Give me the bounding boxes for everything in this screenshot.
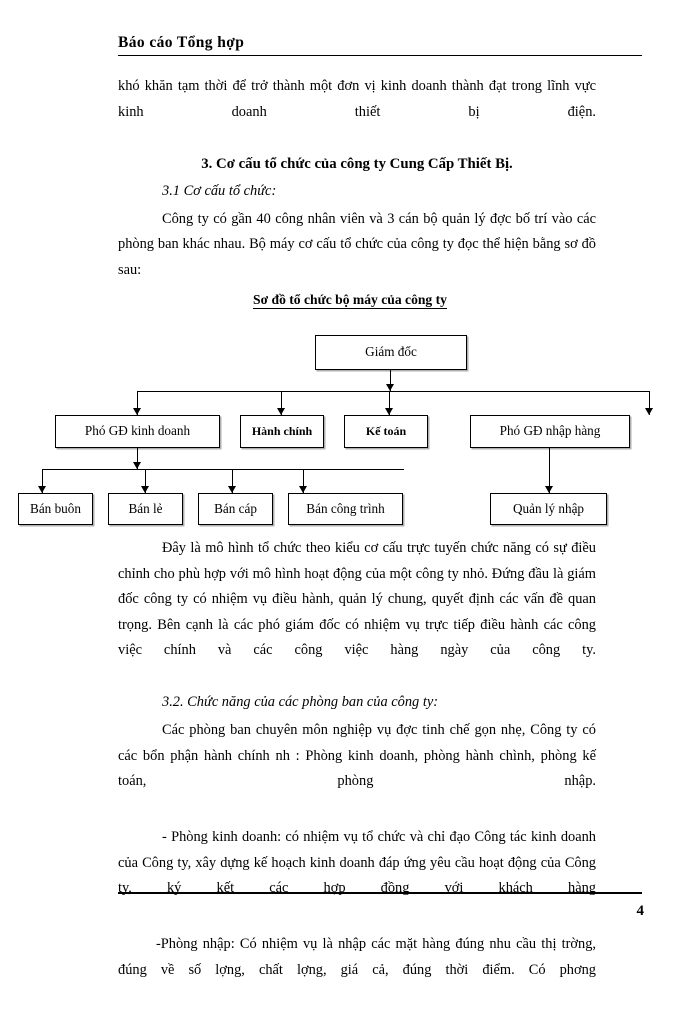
org-node-label: Bán lẻ: [128, 500, 163, 516]
org-node-label: Hành chính: [251, 423, 313, 438]
org-node-quan-ly-nhap: Quản lý nhập: [490, 493, 607, 525]
org-node-ban-buon: Bán buôn: [18, 493, 93, 525]
paragraph-intro: khó khăn tạm thời để trở thành một đơn v…: [118, 78, 596, 120]
org-node-label: Giám đốc: [365, 344, 417, 360]
paragraph-phong-kinh-doanh: - Phòng kinh doanh: có nhiệm vụ tổ chức …: [118, 829, 596, 896]
arrow-ban-buon-icon: [37, 486, 46, 493]
heading-section-3: 3. Cơ cấu tổ chức của công ty Cung Cấp T…: [201, 155, 513, 172]
page-header: Báo cáo Tổng hợp: [118, 34, 642, 56]
org-node-label: Phó GĐ nhập hàng: [499, 423, 601, 439]
org-node-ban-cap: Bán cáp: [198, 493, 273, 525]
header-title: Báo cáo Tổng hợp: [118, 34, 245, 51]
arrow-ban-cap-icon: [227, 486, 236, 493]
org-node-ke-toan: Kế toán: [344, 415, 428, 448]
paragraph-3-2: Các phòng ban chuyên môn nghiệp vụ đợc t…: [118, 722, 596, 789]
org-node-label: Bán buôn: [30, 500, 81, 516]
org-node-pho-gd-kinh-doanh: Phó GĐ kinh doanh: [55, 415, 220, 448]
org-node-ban-cong-trinh: Bán công trình: [288, 493, 403, 525]
org-node-pho-gd-nhap-hang: Phó GĐ nhập hàng: [470, 415, 630, 448]
heading-section-3-2: 3.2. Chức năng của các phòng ban của côn…: [162, 694, 439, 710]
arrow-ban-cong-trinh-icon: [298, 486, 307, 493]
arrow-pho-gd-kinh-doanh-icon: [132, 408, 141, 415]
paragraph-after-chart: Đây là mô hình tổ chức theo kiểu cơ cấu …: [118, 540, 596, 658]
document-page: Báo cáo Tổng hợp khó khăn tạm thời để tr…: [0, 0, 700, 978]
document-body-top: khó khăn tạm thời để trở thành một đơn v…: [118, 74, 596, 309]
org-node-label: Bán công trình: [306, 500, 385, 516]
arrow-pgdkd-down-icon: [132, 462, 141, 469]
arrow-quan-ly-nhap-icon: [544, 486, 553, 493]
page-number: 4: [636, 903, 645, 919]
org-node-hanh-chinh: Hành chính: [240, 415, 324, 448]
arrow-pho-gd-nhap-hang-icon: [644, 408, 653, 415]
arrow-giamdoc-down-icon: [385, 384, 394, 391]
org-node-giam-doc: Giám đốc: [315, 335, 467, 370]
org-chart-title-text: Sơ đồ tổ chức bộ máy của công ty: [253, 292, 447, 309]
arrow-ban-le-icon: [140, 486, 149, 493]
footer-divider: [118, 892, 642, 894]
org-chart: Sơ đồ tổ chức bộ máy của công ty Giám đố…: [0, 292, 700, 542]
header-divider: [118, 55, 642, 56]
org-node-label: Quản lý nhập: [512, 500, 585, 516]
arrow-hanh-chinh-icon: [276, 408, 285, 415]
connector-level3-bus: [42, 469, 404, 471]
document-body-bottom: Đây là mô hình tổ chức theo kiểu cơ cấu …: [118, 536, 596, 1009]
org-node-label: Phó GĐ kinh doanh: [84, 423, 191, 439]
org-node-label: Bán cáp: [214, 500, 257, 516]
heading-section-3-1: 3.1 Cơ cấu tổ chức:: [162, 182, 277, 199]
connector-level2-bus: [137, 391, 650, 393]
paragraph-phong-nhap: -Phòng nhập: Có nhiệm vụ là nhập các mặt…: [118, 936, 596, 978]
org-chart-title: Sơ đồ tổ chức bộ máy của công ty: [0, 292, 700, 309]
org-node-ban-le: Bán lẻ: [108, 493, 183, 525]
org-node-label: Kế toán: [365, 423, 407, 438]
arrow-ke-toan-icon: [384, 408, 393, 415]
